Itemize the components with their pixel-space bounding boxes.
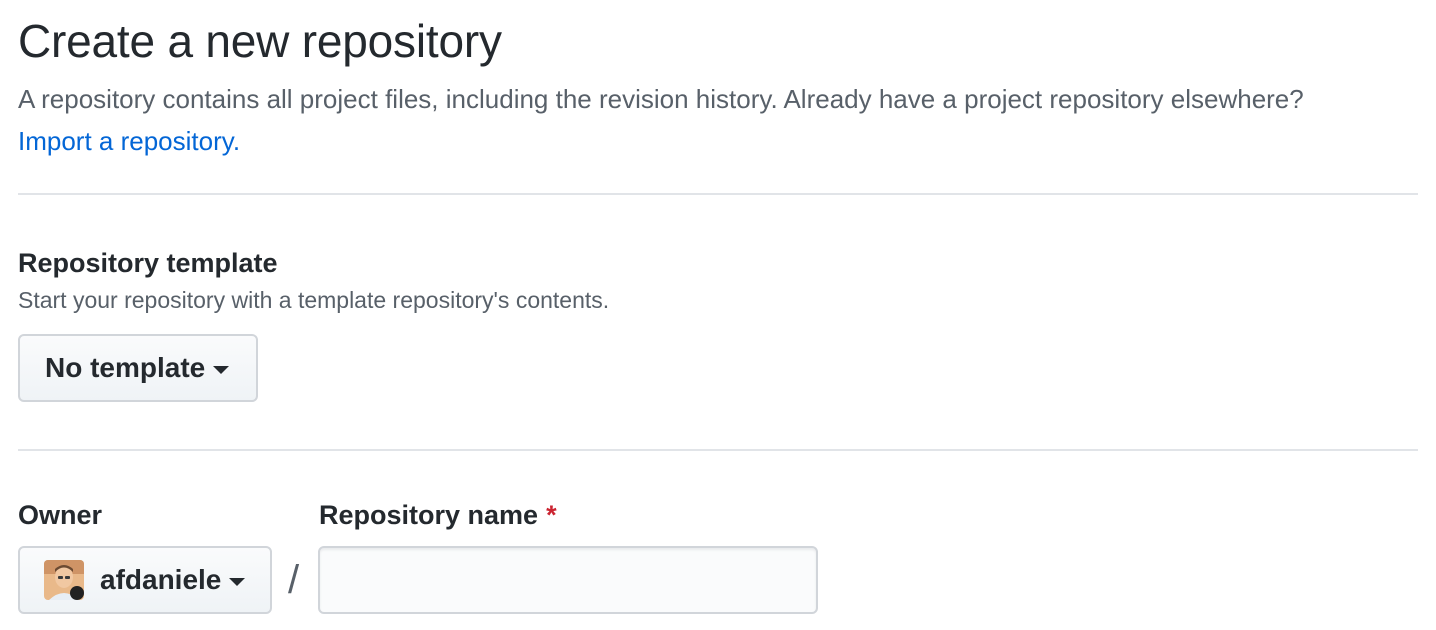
template-section-heading: Repository template (18, 248, 278, 278)
owner-repo-separator: / (288, 558, 300, 602)
page-title: Create a new repository (18, 15, 502, 67)
section-divider (18, 193, 1418, 195)
owner-label: Owner (18, 500, 103, 530)
caret-down-icon (229, 577, 246, 586)
repository-name-label-text: Repository name (319, 500, 539, 530)
user-avatar (44, 560, 84, 600)
repository-name-input[interactable] (318, 546, 818, 614)
owner-select-label: afdaniele (100, 564, 222, 595)
repository-name-label: Repository name * (319, 498, 557, 532)
template-select-label: No template (45, 352, 206, 383)
required-marker: * (546, 500, 557, 530)
caret-down-icon (213, 365, 230, 374)
template-select-button[interactable]: No template (18, 334, 258, 402)
page-subtitle-text: A repository contains all project files,… (18, 84, 1304, 114)
template-section-description: Start your repository with a template re… (18, 287, 610, 313)
import-repository-link[interactable]: Import a repository. (18, 126, 240, 156)
page-subtitle: A repository contains all project files,… (18, 78, 1348, 162)
owner-select-button[interactable]: afdaniele (18, 546, 272, 614)
section-divider (18, 449, 1418, 451)
